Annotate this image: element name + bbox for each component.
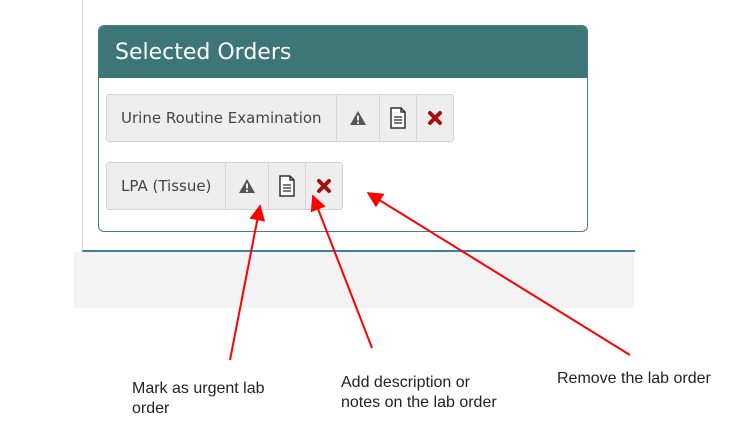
notes-arrow: [310, 194, 373, 349]
urgent-annotation: Mark as urgent lab order: [132, 380, 265, 417]
remove-arrow: [366, 192, 631, 356]
notes-annotation: Add description or notes on the lab orde…: [341, 374, 497, 411]
urgent-arrow: [229, 204, 266, 361]
remove-annotation: Remove the lab order: [557, 370, 711, 387]
